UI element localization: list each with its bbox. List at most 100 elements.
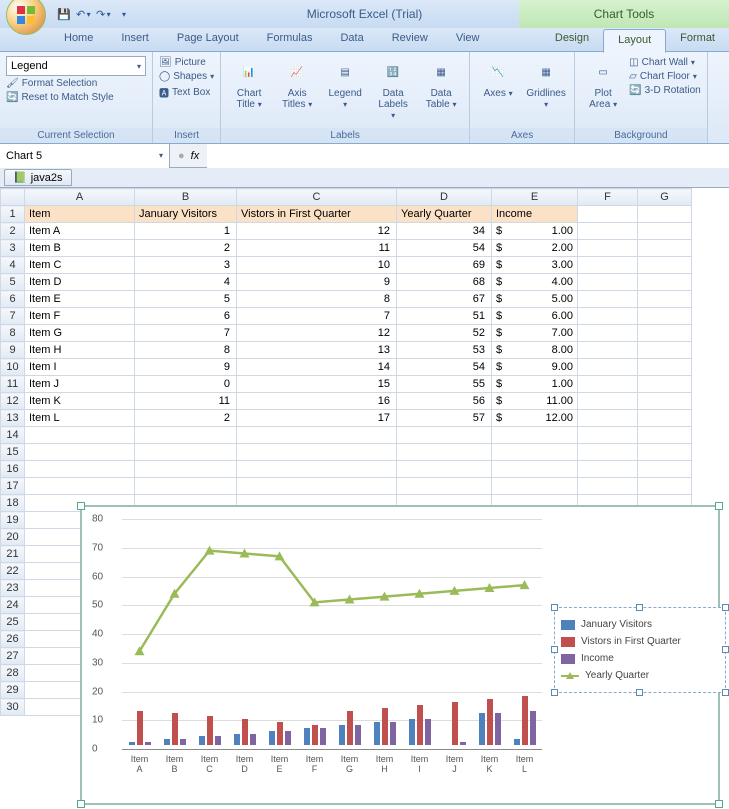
cell[interactable]: 56 (397, 393, 492, 410)
cell[interactable] (397, 461, 492, 478)
tab-formulas[interactable]: Formulas (253, 28, 327, 51)
cell[interactable] (638, 308, 692, 325)
cell[interactable] (578, 325, 638, 342)
plot-area-button[interactable]: ▭Plot Area ▾ (581, 56, 625, 112)
col-header-D[interactable]: D (397, 189, 492, 206)
cell[interactable] (578, 359, 638, 376)
row-header[interactable]: 4 (1, 257, 25, 274)
textbox-button[interactable]: 🅰Text Box (159, 84, 214, 101)
tab-insert[interactable]: Insert (107, 28, 163, 51)
cell[interactable] (638, 257, 692, 274)
row-header[interactable]: 3 (1, 240, 25, 257)
row-header[interactable]: 23 (1, 580, 25, 597)
cell[interactable]: 67 (397, 291, 492, 308)
cell[interactable]: 17 (237, 410, 397, 427)
row-header[interactable]: 25 (1, 614, 25, 631)
tab-layout[interactable]: Layout (603, 29, 666, 53)
cell[interactable]: Item C (25, 257, 135, 274)
cell[interactable]: $3.00 (492, 257, 578, 274)
col-header-E[interactable]: E (492, 189, 578, 206)
tab-format[interactable]: Format (666, 28, 729, 52)
cell[interactable]: 2 (135, 240, 237, 257)
row-header[interactable]: 1 (1, 206, 25, 223)
cell[interactable] (578, 342, 638, 359)
row-header[interactable]: 7 (1, 308, 25, 325)
cell[interactable]: Item D (25, 274, 135, 291)
axis-titles-button[interactable]: 📈Axis Titles ▾ (275, 56, 319, 112)
cell[interactable] (638, 206, 692, 223)
cell[interactable]: January Visitors (135, 206, 237, 223)
row-header[interactable]: 12 (1, 393, 25, 410)
chart-element-dropdown[interactable]: Legend▾ (6, 56, 146, 76)
cell[interactable] (578, 223, 638, 240)
cell[interactable] (638, 410, 692, 427)
cell[interactable] (25, 478, 135, 495)
cell[interactable] (638, 427, 692, 444)
rotation-3d-button[interactable]: 🔄3-D Rotation (629, 84, 701, 97)
cell[interactable]: 69 (397, 257, 492, 274)
row-header[interactable]: 6 (1, 291, 25, 308)
legend-item[interactable]: January Visitors (561, 616, 719, 633)
row-header[interactable]: 2 (1, 223, 25, 240)
shapes-button[interactable]: ◯Shapes▾ (159, 70, 214, 83)
row-header[interactable]: 18 (1, 495, 25, 512)
cell[interactable]: 8 (237, 291, 397, 308)
cell[interactable]: Item B (25, 240, 135, 257)
cell[interactable]: 3 (135, 257, 237, 274)
cell[interactable]: 14 (237, 359, 397, 376)
tab-page-layout[interactable]: Page Layout (163, 28, 253, 51)
cell[interactable] (638, 444, 692, 461)
cell[interactable]: $9.00 (492, 359, 578, 376)
cell[interactable]: Item I (25, 359, 135, 376)
cell[interactable]: Yearly Quarter (397, 206, 492, 223)
row-header[interactable]: 29 (1, 682, 25, 699)
row-header[interactable]: 8 (1, 325, 25, 342)
legend-handle[interactable] (551, 604, 558, 611)
chart-handle[interactable] (715, 800, 723, 808)
row-header[interactable]: 28 (1, 665, 25, 682)
cell[interactable] (237, 427, 397, 444)
cell[interactable]: 12 (237, 223, 397, 240)
cell[interactable]: 57 (397, 410, 492, 427)
cell[interactable]: $4.00 (492, 274, 578, 291)
tab-review[interactable]: Review (378, 28, 442, 51)
cell[interactable]: 34 (397, 223, 492, 240)
undo-icon[interactable]: ↶▾ (76, 6, 92, 22)
cell[interactable]: 2 (135, 410, 237, 427)
cell[interactable] (638, 274, 692, 291)
tab-data[interactable]: Data (326, 28, 377, 51)
cell[interactable] (638, 376, 692, 393)
cell[interactable] (25, 461, 135, 478)
row-header[interactable]: 24 (1, 597, 25, 614)
select-all-cell[interactable] (1, 189, 25, 206)
chart-handle[interactable] (77, 502, 85, 510)
cell[interactable]: 0 (135, 376, 237, 393)
cell[interactable]: 12 (237, 325, 397, 342)
row-header[interactable]: 21 (1, 546, 25, 563)
cell[interactable] (638, 342, 692, 359)
cell[interactable] (578, 206, 638, 223)
cell[interactable] (578, 444, 638, 461)
row-header[interactable]: 17 (1, 478, 25, 495)
cell[interactable] (492, 427, 578, 444)
chart-handle[interactable] (715, 502, 723, 510)
cell[interactable]: 10 (237, 257, 397, 274)
col-header-G[interactable]: G (638, 189, 692, 206)
cell[interactable]: 5 (135, 291, 237, 308)
chart-legend[interactable]: January VisitorsVistors in First Quarter… (554, 607, 726, 693)
cell[interactable]: Item A (25, 223, 135, 240)
row-header[interactable]: 11 (1, 376, 25, 393)
cell[interactable] (578, 410, 638, 427)
cell[interactable]: 7 (237, 308, 397, 325)
row-header[interactable]: 9 (1, 342, 25, 359)
cell[interactable] (578, 376, 638, 393)
cell[interactable] (492, 478, 578, 495)
legend-button[interactable]: ▤Legend ▾ (323, 56, 367, 112)
data-labels-button[interactable]: 🔢Data Labels ▾ (371, 56, 415, 123)
gridlines-button[interactable]: ▦Gridlines ▾ (524, 56, 568, 112)
cell[interactable]: $5.00 (492, 291, 578, 308)
col-header-F[interactable]: F (578, 189, 638, 206)
cell[interactable]: 6 (135, 308, 237, 325)
tab-design[interactable]: Design (541, 28, 603, 52)
cell[interactable]: 51 (397, 308, 492, 325)
